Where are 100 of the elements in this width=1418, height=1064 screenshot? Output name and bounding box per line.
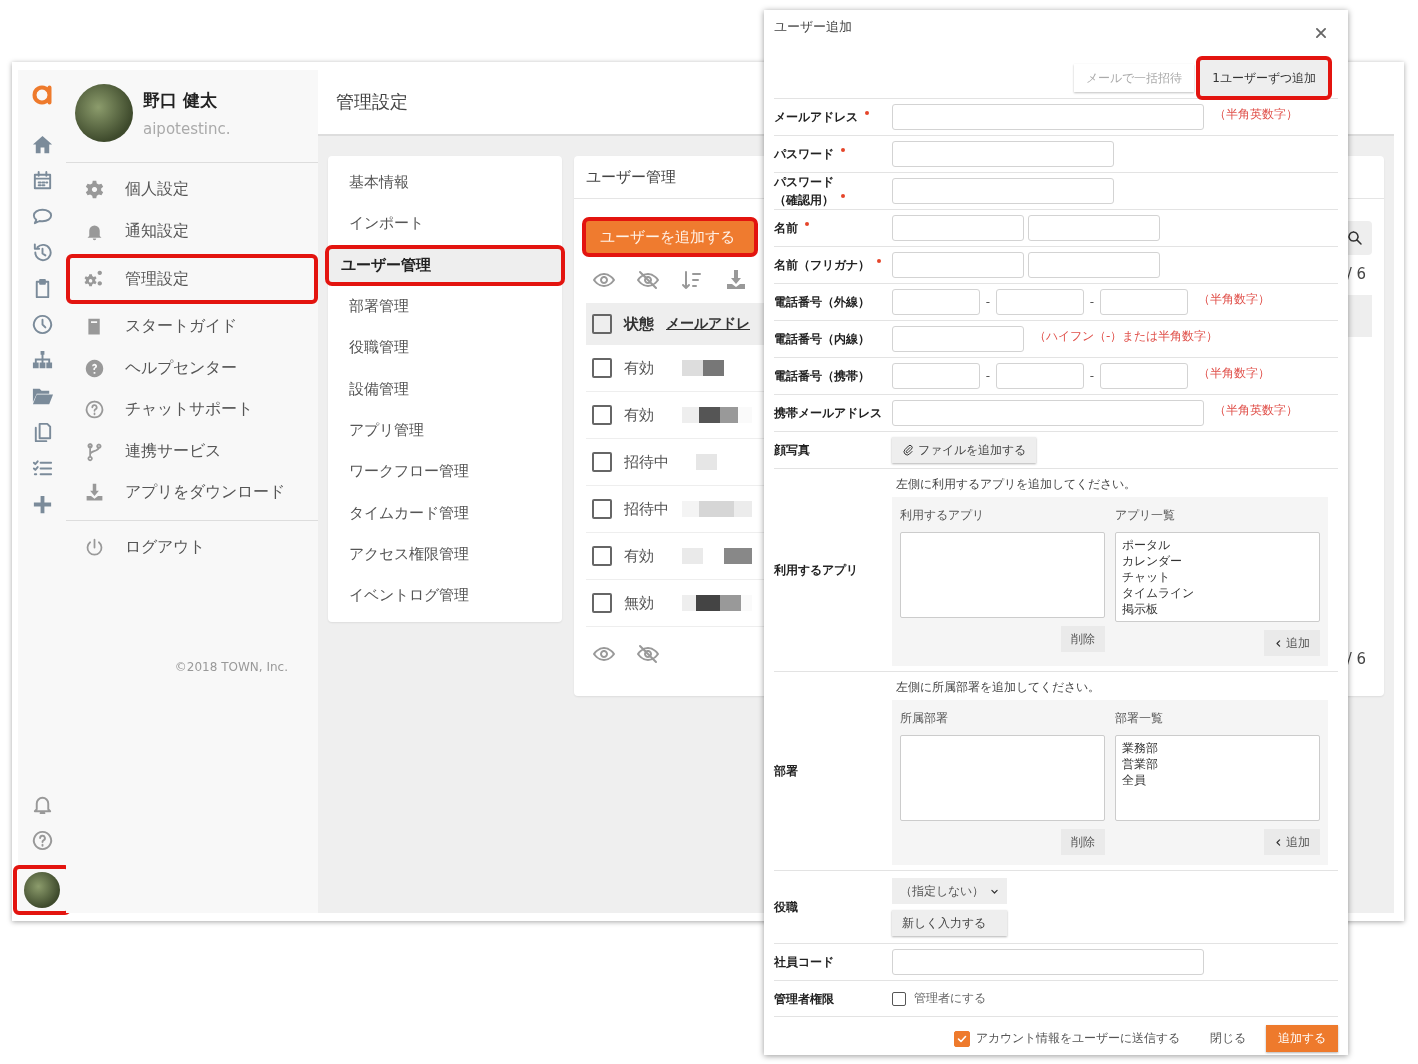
select-all-checkbox[interactable] [592,314,612,334]
avatar [75,84,133,142]
admin-checkbox[interactable] [892,991,906,1006]
row-checkbox[interactable] [592,358,612,378]
text-field[interactable] [892,326,1024,352]
admin-menu-item[interactable]: 設備管理 [328,368,562,410]
text-field[interactable] [996,363,1084,389]
column-header[interactable]: 状態 [624,314,654,334]
paperclip-icon [902,444,914,456]
list-box[interactable] [900,735,1105,821]
settings-menu-item[interactable]: 管理設定 [66,254,318,304]
help-icon [84,399,105,421]
remove-button[interactable]: 削除 [1061,626,1105,652]
text-field[interactable] [1100,363,1188,389]
row-checkbox[interactable] [592,452,612,472]
admin-menu-item[interactable]: 基本情報 [328,162,562,204]
eye-slash-icon[interactable] [636,268,660,292]
text-field[interactable] [892,141,1114,167]
text-field[interactable] [996,289,1084,315]
text-field[interactable] [892,289,980,315]
new-entry-button[interactable]: 新しく入力する [892,910,1007,936]
format-note: （半角数字） [1198,291,1270,308]
format-note: （半角英数字） [1214,402,1298,419]
list-item[interactable]: チャット [1122,569,1313,585]
text-field[interactable] [892,400,1204,426]
eye-slash-icon[interactable] [636,642,660,666]
admin-menu-item[interactable]: タイムカード管理 [328,492,562,534]
separator-text: - [984,369,992,383]
list-box[interactable]: ポータル カレンダー チャット タイムライン 掲示板 [1115,532,1320,622]
text-field[interactable] [892,252,1024,278]
power-icon [84,536,105,558]
role-dropdown[interactable]: （指定しない） [892,878,1007,904]
separator-text: - [1088,295,1096,309]
admin-menu-item[interactable]: イベントログ管理 [328,574,562,617]
settings-menu-item[interactable]: スタートガイド [66,306,318,348]
list-item[interactable]: 掲示板 [1122,601,1313,617]
admin-menu-item[interactable]: ワークフロー管理 [328,451,562,493]
download-icon[interactable] [724,268,748,292]
admin-menu-item[interactable]: インポート [328,203,562,245]
help-icon [84,357,105,379]
checkbox-label: アカウント情報をユーザーに送信する [976,1030,1180,1047]
mode-tab[interactable]: 1ユーザーずつ追加 [1196,56,1332,100]
status-cell: 招待中 [624,452,670,472]
remove-button[interactable]: 削除 [1061,829,1105,855]
admin-menu-item[interactable]: アクセス権限管理 [328,533,562,575]
list-item[interactable]: カレンダー [1122,553,1313,569]
text-field[interactable] [892,215,1024,241]
row-checkbox[interactable] [592,499,612,519]
row-checkbox[interactable] [592,593,612,613]
clock-icon[interactable] [30,313,54,336]
field-label: メールアドレス [774,110,858,124]
home-icon[interactable] [30,133,54,156]
text-field[interactable] [892,949,1204,975]
list-title: 部署一覧 [1115,710,1164,727]
send-info-checkbox[interactable] [954,1030,970,1047]
add-button[interactable]: 追加 [1264,829,1320,855]
add-button[interactable]: 追加 [1264,630,1320,656]
text-field[interactable] [892,104,1204,130]
field-label: 携帯メールアドレス [774,406,882,420]
row-checkbox[interactable] [592,546,612,566]
field-label: 名前（フリガナ） [774,258,870,272]
organization-name: aipotestinc. [143,119,231,138]
settings-menu-item[interactable]: 連携サービス [66,430,318,472]
add-file-button[interactable]: ファイルを追加する [892,437,1036,463]
settings-menu-item[interactable]: アプリをダウンロード [66,472,318,514]
list-box[interactable] [900,532,1105,618]
list-box[interactable]: 業務部 営業部 全員 [1115,735,1320,821]
list-item[interactable]: 全員 [1122,772,1313,788]
settings-menu-item[interactable]: チャットサポート [66,389,318,431]
list-item[interactable]: ポータル [1122,537,1313,553]
sort-icon[interactable] [680,268,704,292]
text-field[interactable] [892,363,980,389]
list-item[interactable]: 業務部 [1122,740,1313,756]
settings-menu-item[interactable]: ヘルプセンター [66,347,318,389]
separator-text: - [984,295,992,309]
page-title: 管理設定 [336,90,408,114]
text-field[interactable] [1028,215,1160,241]
format-note: （半角英数字） [1214,106,1298,123]
text-field[interactable] [892,178,1114,204]
text-field[interactable] [1100,289,1188,315]
field-label: 電話番号（内線） [774,332,870,346]
help-icon[interactable] [30,829,54,852]
dialog-title: ユーザー追加 [774,18,852,36]
row-checkbox[interactable] [592,405,612,425]
settings-menu-item[interactable]: 個人設定 [66,169,318,211]
admin-menu-item[interactable]: 役職管理 [328,327,562,369]
admin-menu-item[interactable]: アプリ管理 [328,409,562,452]
list-item[interactable]: タイムライン [1122,585,1313,601]
list-item[interactable]: 営業部 [1122,756,1313,772]
close-icon[interactable] [1314,26,1328,40]
text-field[interactable] [1028,252,1160,278]
field-label: 管理者権限 [774,991,834,1006]
logout-menu-item[interactable]: ログアウト [66,526,318,568]
settings-menu-item[interactable]: 通知設定 [66,210,318,252]
admin-menu-item[interactable]: ユーザー管理 [325,244,565,286]
admin-menu-item[interactable]: 部署管理 [328,285,562,328]
close-button[interactable]: 閉じる [1204,1029,1252,1048]
field-label: 名前 [774,221,798,235]
column-header[interactable]: メールアドレ [666,315,750,333]
list-title: アプリ一覧 [1115,507,1176,524]
